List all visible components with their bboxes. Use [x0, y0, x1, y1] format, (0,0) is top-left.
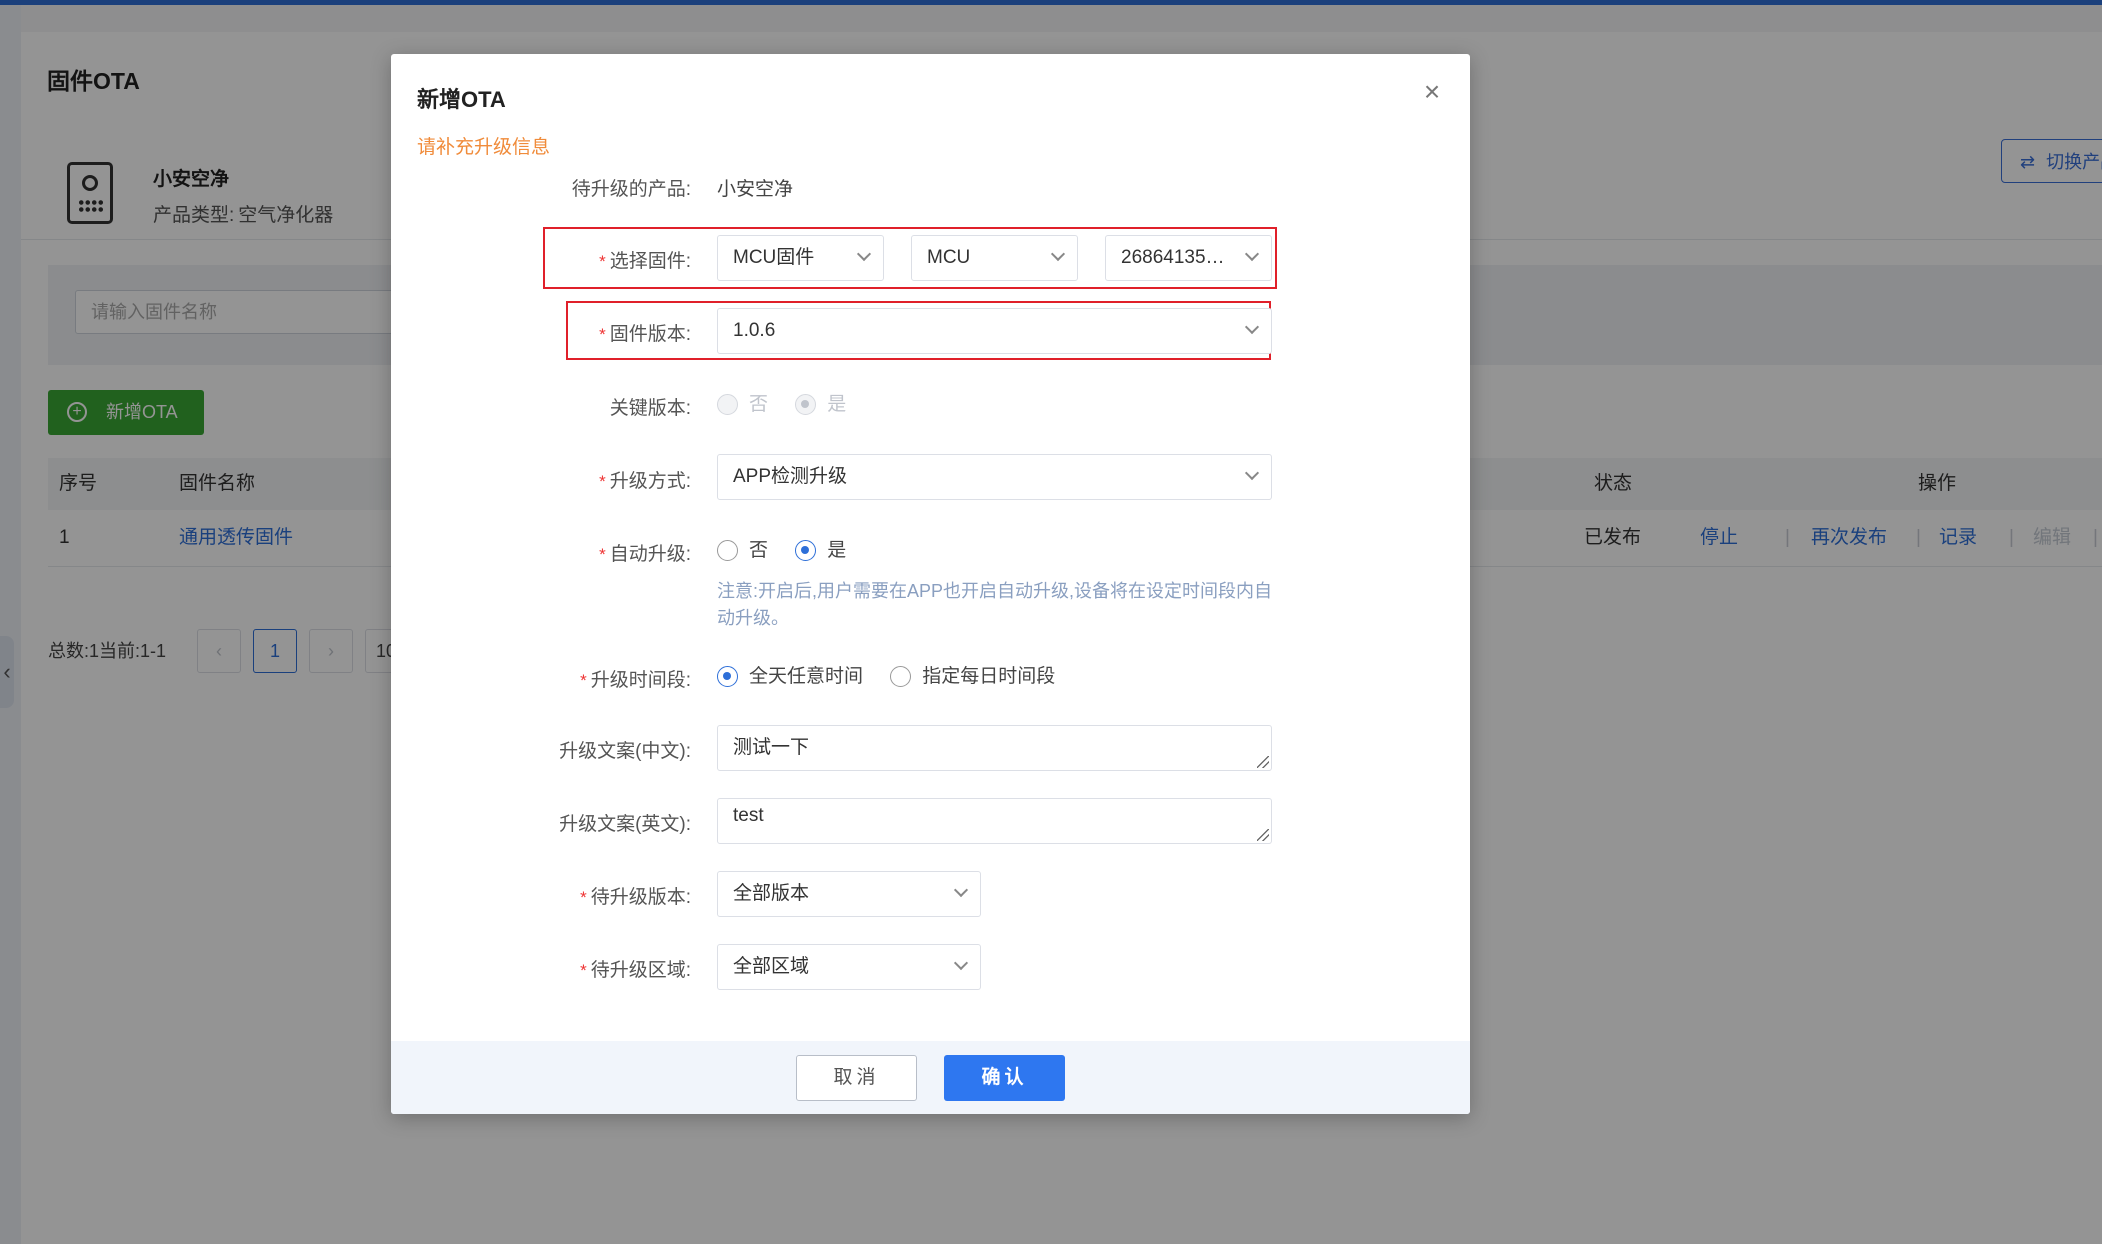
auto-upgrade-note: 注意:开启后,用户需要在APP也开启自动升级,设备将在设定时间段内自动升级。 [717, 581, 1273, 628]
product-label: 待升级的产品: [571, 179, 691, 200]
firmware-module-value: MCU [927, 247, 971, 268]
target-region-select[interactable]: 全部区域 [717, 944, 981, 990]
firmware-id-value: 268641351... [1121, 247, 1231, 268]
cancel-button[interactable]: 取消 [796, 1055, 917, 1101]
key-version-no-radio: 否 [717, 393, 768, 417]
all-day-radio[interactable]: 全天任意时间 [717, 665, 863, 689]
auto-upgrade-yes-radio[interactable]: 是 [795, 539, 846, 563]
firmware-module-select[interactable]: MCU [911, 235, 1078, 281]
required-mark: * [599, 252, 606, 271]
target-version-select[interactable]: 全部版本 [717, 871, 981, 917]
text-en-label: 升级文案(英文): [559, 814, 691, 835]
text-cn-label: 升级文案(中文): [559, 741, 691, 762]
time-period-radio-group: 全天任意时间 指定每日时间段 [717, 665, 1077, 689]
target-region-value: 全部区域 [733, 956, 810, 977]
firmware-label: * 选择固件: [599, 251, 691, 272]
upgrade-method-select[interactable]: APP检测升级 [717, 454, 1272, 500]
daily-period-radio[interactable]: 指定每日时间段 [890, 665, 1055, 689]
target-version-label: * 待升级版本: [580, 887, 691, 908]
key-version-radio-group: 否 是 [717, 393, 868, 417]
auto-upgrade-no-radio[interactable]: 否 [717, 539, 768, 563]
firmware-version-value: 1.0.6 [733, 320, 776, 341]
chevron-down-icon [1050, 246, 1066, 262]
chevron-down-icon [953, 955, 969, 971]
chevron-down-icon [1244, 465, 1260, 481]
chevron-down-icon [953, 882, 969, 898]
dialog-title: 新增OTA [417, 87, 506, 112]
required-mark: * [599, 325, 606, 344]
chevron-down-icon [1244, 246, 1260, 262]
required-mark: * [580, 961, 587, 980]
new-ota-dialog: 新增OTA × 请补充升级信息 待升级的产品: 小安空净 * 选择固件: MCU固… [391, 54, 1470, 1114]
upgrade-method-value: APP检测升级 [733, 466, 848, 487]
key-version-yes-radio: 是 [795, 393, 846, 417]
required-mark: * [580, 671, 587, 690]
close-icon[interactable]: × [1419, 78, 1445, 106]
dialog-hint: 请补充升级信息 [417, 137, 551, 158]
text-en-value: test [733, 805, 764, 826]
target-version-value: 全部版本 [733, 883, 810, 904]
auto-upgrade-radio-group: 否 是 [717, 539, 868, 563]
confirm-button[interactable]: 确认 [944, 1055, 1065, 1101]
firmware-id-select[interactable]: 268641351... [1105, 235, 1272, 281]
text-cn-textarea[interactable]: 测试一下 [717, 725, 1272, 771]
key-version-label: 关键版本: [609, 398, 691, 419]
firmware-type-value: MCU固件 [733, 247, 815, 268]
resize-handle-icon[interactable] [1257, 829, 1269, 841]
firmware-version-select[interactable]: 1.0.6 [717, 308, 1272, 354]
required-mark: * [599, 545, 606, 564]
text-en-textarea[interactable]: test [717, 798, 1272, 844]
chevron-down-icon [1244, 319, 1260, 335]
product-value: 小安空净 [717, 179, 794, 200]
auto-upgrade-label: * 自动升级: [599, 544, 691, 565]
dialog-footer: 取消 确认 [391, 1041, 1470, 1114]
required-mark: * [580, 888, 587, 907]
version-label: * 固件版本: [599, 324, 691, 345]
chevron-down-icon [856, 246, 872, 262]
upgrade-method-label: * 升级方式: [599, 471, 691, 492]
target-region-label: * 待升级区域: [580, 960, 691, 981]
text-cn-value: 测试一下 [733, 737, 810, 758]
resize-handle-icon[interactable] [1257, 756, 1269, 768]
time-period-label: * 升级时间段: [580, 670, 691, 691]
firmware-type-select[interactable]: MCU固件 [717, 235, 884, 281]
required-mark: * [599, 472, 606, 491]
